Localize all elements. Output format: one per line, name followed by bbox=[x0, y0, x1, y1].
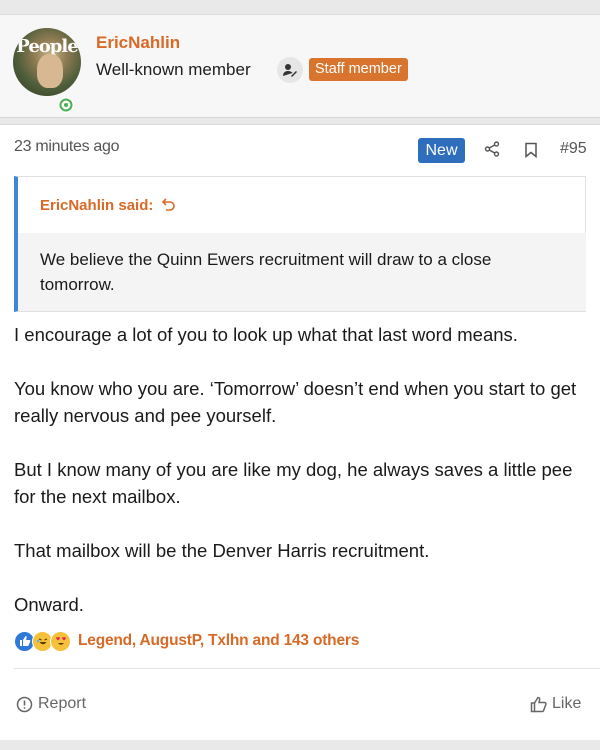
online-status-icon bbox=[56, 95, 76, 115]
message-user-header: People EricNahlin Well-known member Staf… bbox=[0, 14, 600, 118]
post-meta-bar: 23 minutes ago New #95 bbox=[0, 125, 600, 171]
report-button[interactable]: Report bbox=[16, 695, 86, 713]
post-footer-divider bbox=[14, 668, 600, 669]
user-edit-icon[interactable] bbox=[277, 57, 303, 83]
like-button[interactable]: Like bbox=[530, 695, 581, 713]
post-paragraph: You know who you are. ‘Tomorrow’ doesn’t… bbox=[14, 378, 577, 426]
love-reaction-icon bbox=[50, 630, 71, 652]
quote-header: EricNahlin said: bbox=[18, 177, 585, 233]
user-title: Well-known member bbox=[96, 60, 251, 79]
post-paragraph: I encourage a lot of you to look up what… bbox=[14, 324, 518, 345]
report-icon bbox=[16, 696, 33, 712]
post-number-link[interactable]: #95 bbox=[560, 140, 587, 158]
quote-block: EricNahlin said: We believe the Quinn Ew… bbox=[14, 176, 586, 312]
bottom-strip bbox=[0, 740, 600, 750]
reactions-list[interactable]: Legend, AugustP, Txlhn and 143 others bbox=[78, 632, 359, 650]
post-paragraph: Onward. bbox=[14, 594, 84, 615]
username[interactable]: EricNahlin bbox=[96, 33, 180, 53]
post-paragraph: But I know many of you are like my dog, … bbox=[14, 459, 573, 507]
quote-text: We believe the Quinn Ewers recruitment w… bbox=[18, 233, 586, 311]
reactions-bar[interactable]: Legend, AugustP, Txlhn and 143 others bbox=[14, 629, 586, 653]
post-timestamp[interactable]: 23 minutes ago bbox=[14, 138, 120, 156]
new-badge: New bbox=[418, 138, 465, 163]
post-card: 23 minutes ago New #95 EricNahlin said: … bbox=[0, 124, 600, 740]
avatar-face bbox=[37, 54, 63, 88]
staff-badge: Staff member bbox=[309, 58, 408, 81]
like-label: Like bbox=[552, 695, 582, 712]
jump-arrow-icon[interactable] bbox=[160, 196, 178, 219]
post-paragraph: That mailbox will be the Denver Harris r… bbox=[14, 540, 430, 561]
report-label: Report bbox=[38, 695, 87, 712]
thumbs-up-icon bbox=[530, 696, 547, 712]
share-icon[interactable] bbox=[484, 141, 500, 162]
bookmark-icon[interactable] bbox=[524, 142, 538, 163]
avatar[interactable]: People bbox=[13, 28, 81, 96]
post-body: I encourage a lot of you to look up what… bbox=[14, 321, 590, 645]
quote-author[interactable]: EricNahlin said: bbox=[40, 197, 153, 214]
